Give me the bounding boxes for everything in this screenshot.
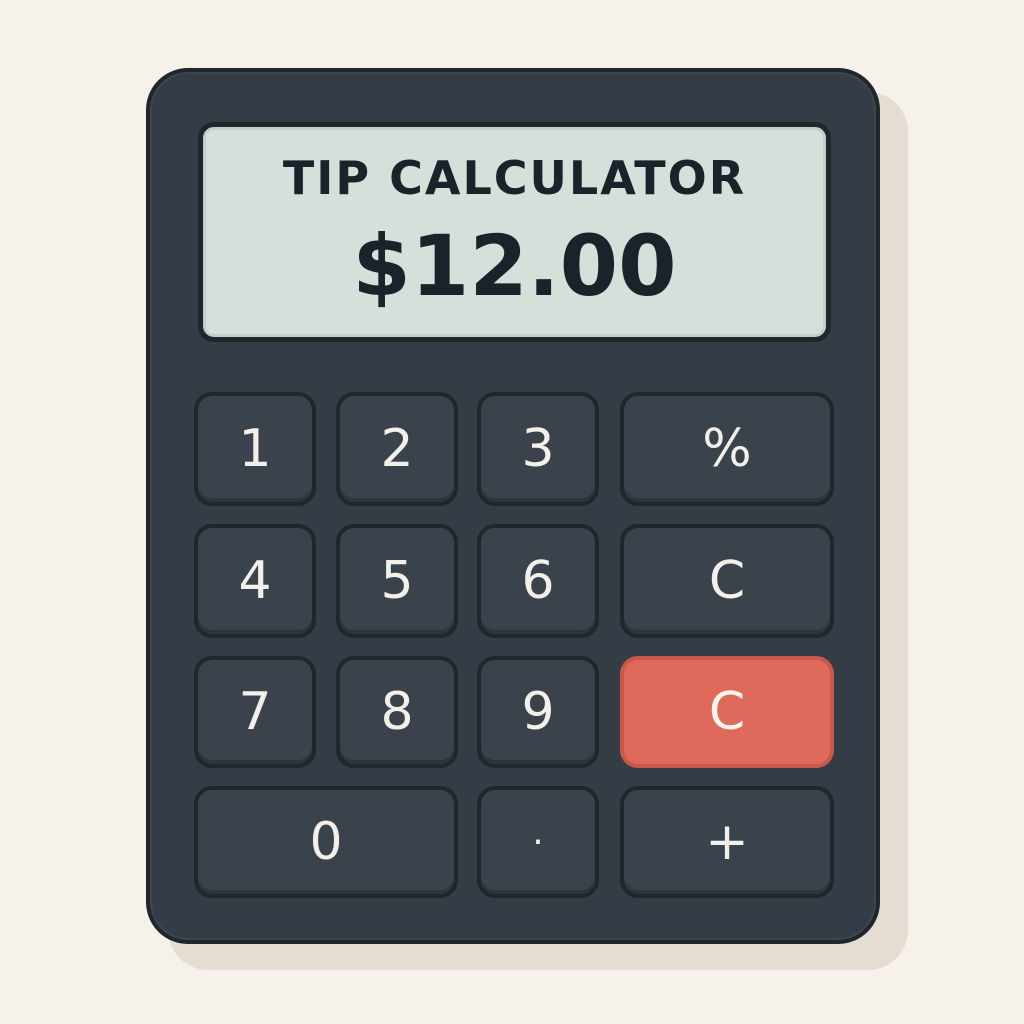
key-5[interactable]: 5 [336, 524, 458, 638]
key-7[interactable]: 7 [194, 656, 316, 768]
key-4[interactable]: 4 [194, 524, 316, 638]
key-1[interactable]: 1 [194, 392, 316, 506]
key-9[interactable]: 9 [477, 656, 599, 768]
page: TIP CALCULATOR $12.00 1 2 3 % 4 5 6 C 7 … [0, 0, 1024, 1024]
tip-calculator: TIP CALCULATOR $12.00 1 2 3 % 4 5 6 C 7 … [146, 68, 880, 944]
plus-key[interactable]: + [620, 786, 834, 898]
display-value: $12.00 [352, 217, 677, 315]
calculator-display: TIP CALCULATOR $12.00 [198, 122, 831, 342]
key-6[interactable]: 6 [477, 524, 599, 638]
clear-key[interactable]: C [620, 524, 834, 638]
display-title: TIP CALCULATOR [282, 151, 747, 205]
percent-key[interactable]: % [620, 392, 834, 506]
decimal-key[interactable]: · [477, 786, 599, 898]
key-2[interactable]: 2 [336, 392, 458, 506]
key-3[interactable]: 3 [477, 392, 599, 506]
key-8[interactable]: 8 [336, 656, 458, 768]
clear-all-key[interactable]: C [620, 656, 834, 768]
key-0[interactable]: 0 [194, 786, 458, 898]
